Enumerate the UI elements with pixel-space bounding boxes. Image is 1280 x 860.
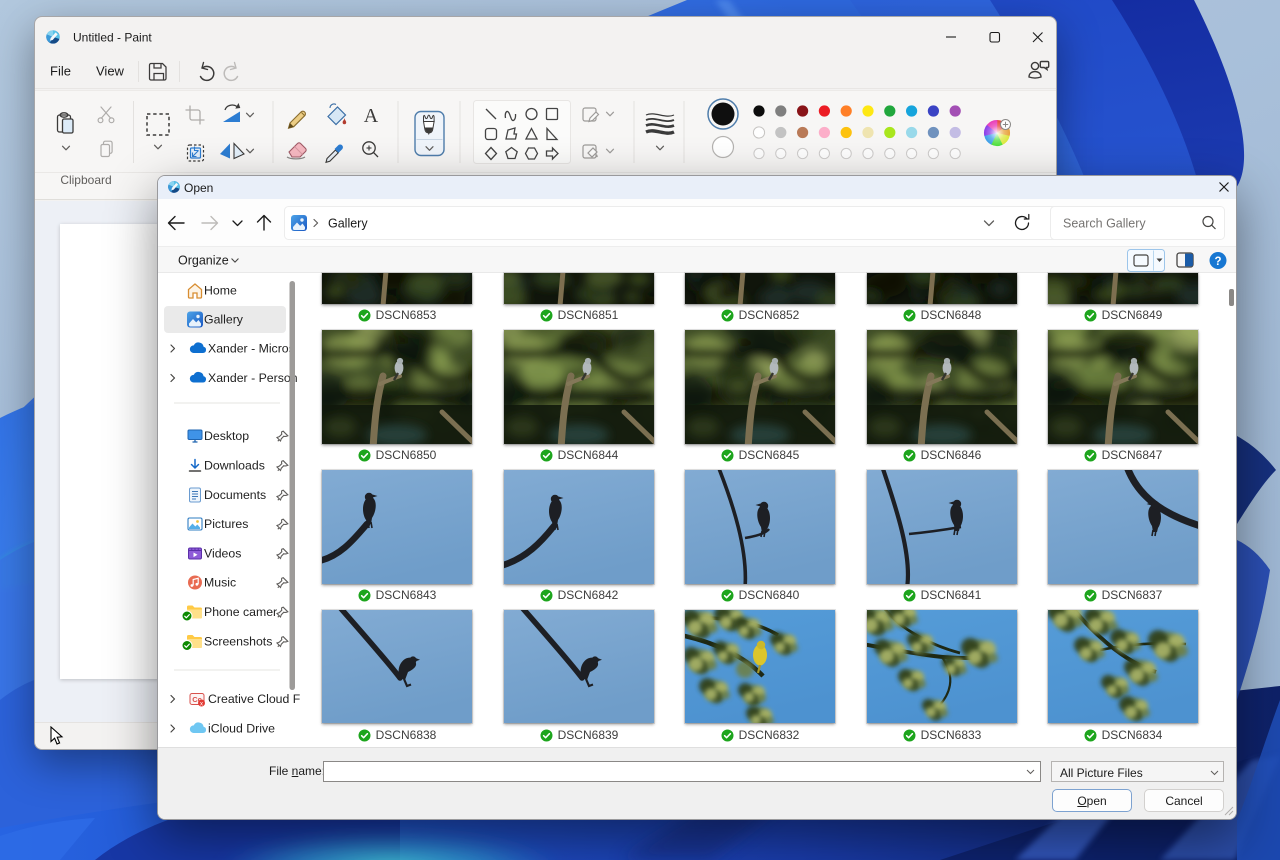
- svg-text:Videos: Videos: [204, 547, 241, 561]
- svg-text:Documents: Documents: [204, 488, 266, 502]
- svg-text:Desktop: Desktop: [204, 429, 249, 443]
- svg-text:Xander - Micros: Xander - Micros: [208, 342, 295, 356]
- svg-text:iCloud Drive: iCloud Drive: [208, 722, 275, 736]
- svg-text:Organize: Organize: [178, 254, 229, 268]
- svg-text:?: ?: [1214, 256, 1221, 268]
- svg-text:x: x: [200, 701, 203, 707]
- svg-text:Xander - Person: Xander - Person: [208, 371, 298, 385]
- svg-text:Home: Home: [204, 284, 237, 298]
- svg-text:Search Gallery: Search Gallery: [1063, 217, 1146, 231]
- svg-text:File: File: [50, 64, 71, 79]
- svg-text:View: View: [96, 64, 125, 79]
- svg-text:Pictures: Pictures: [204, 517, 248, 531]
- svg-text:Phone camer: Phone camer: [204, 605, 277, 619]
- svg-text:Clipboard: Clipboard: [60, 173, 111, 187]
- svg-text:Downloads: Downloads: [204, 459, 265, 473]
- svg-text:Gallery: Gallery: [328, 217, 368, 231]
- svg-text:Creative Cloud F: Creative Cloud F: [208, 692, 301, 706]
- svg-text:Untitled - Paint: Untitled - Paint: [73, 31, 152, 45]
- svg-text:Gallery: Gallery: [204, 313, 244, 327]
- svg-text:A: A: [364, 105, 379, 127]
- svg-text:Music: Music: [204, 576, 236, 590]
- svg-text:Screenshots: Screenshots: [204, 635, 272, 649]
